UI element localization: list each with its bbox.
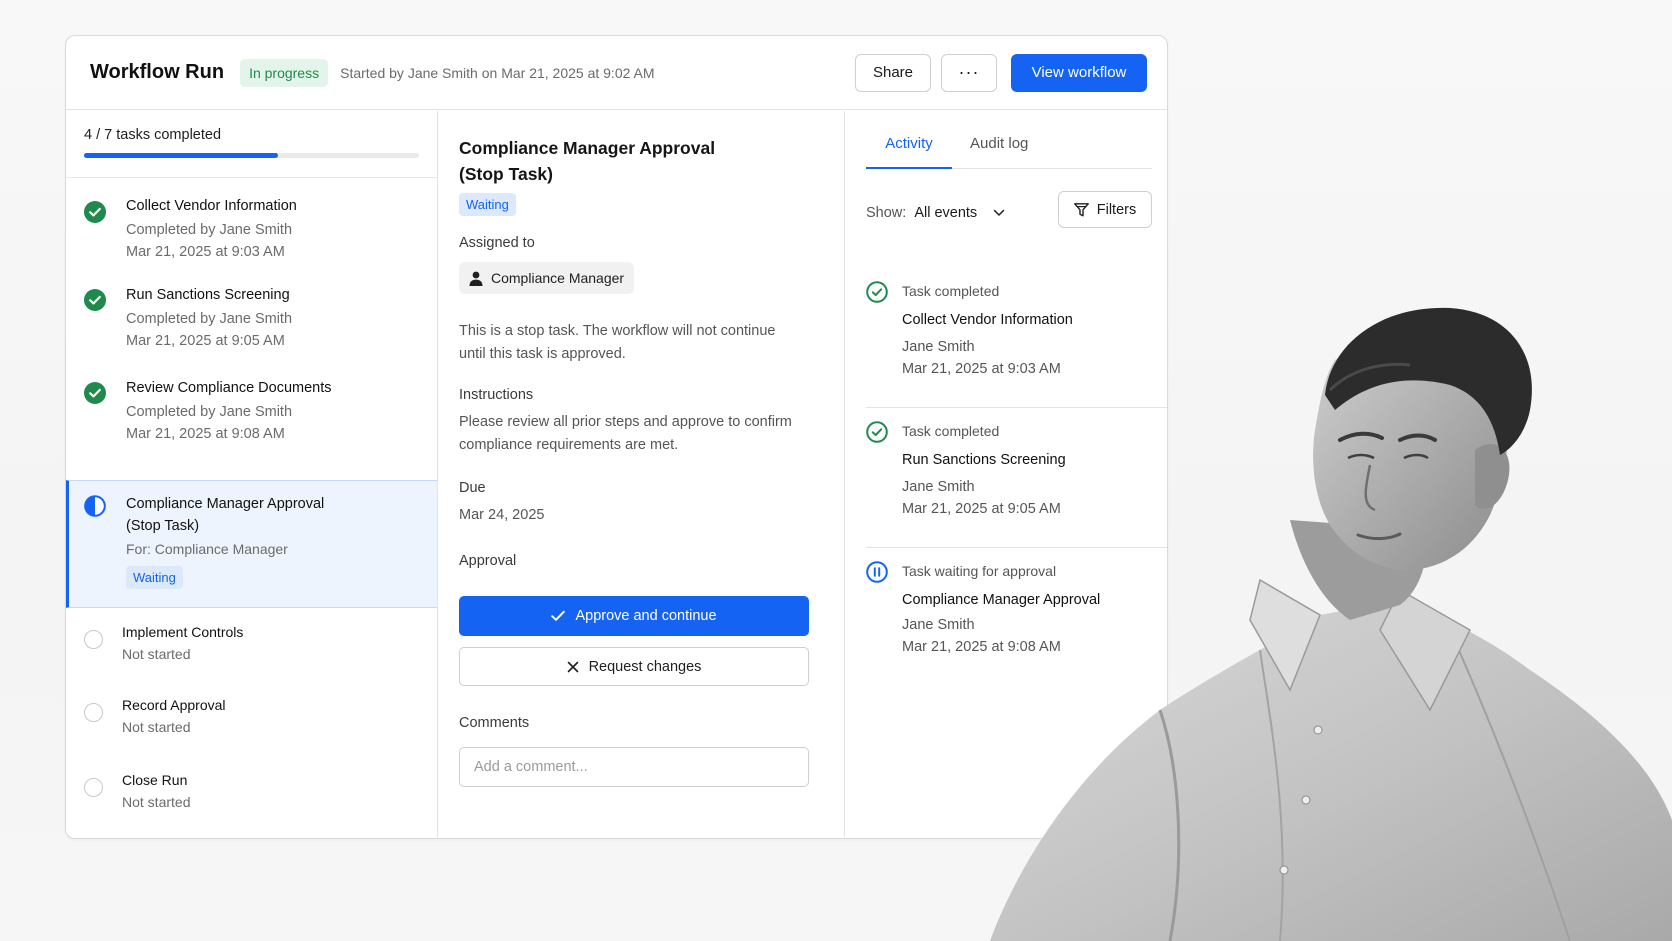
instructions-text: Please review all prior steps and approv… xyxy=(459,414,792,453)
task-name: Run Sanctions Screening xyxy=(126,287,290,303)
task-name: Collect Vendor Information xyxy=(126,198,297,214)
task-status: Not started xyxy=(122,794,191,810)
filters-button[interactable]: Filters xyxy=(1058,191,1152,228)
empty-circle-icon xyxy=(84,630,103,649)
task-timestamp: Mar 21, 2025 at 9:05 AM xyxy=(126,333,285,349)
stop-task-note: This is a stop task. The workflow will n… xyxy=(459,323,776,362)
task-item-review-compliance-documents[interactable]: Review Compliance Documents Completed by… xyxy=(66,377,437,469)
show-value: All events xyxy=(914,205,978,221)
task-completed-by: Completed by Jane Smith xyxy=(126,311,293,327)
progress-bar xyxy=(84,153,419,158)
show-label: Show: xyxy=(866,205,907,221)
task-item-compliance-manager-approval[interactable]: Compliance Manager Approval (Stop Task) … xyxy=(66,480,437,608)
comment-input[interactable] xyxy=(459,747,809,787)
task-detail-title: Compliance Manager Approval (Stop Task) xyxy=(459,138,716,184)
chevron-down-icon xyxy=(993,209,1005,216)
task-name: Review Compliance Documents xyxy=(126,380,332,396)
approve-and-continue-button[interactable]: Approve and continue xyxy=(459,596,809,636)
task-status: Not started xyxy=(122,646,191,662)
pause-circle-icon xyxy=(866,561,888,583)
assignee-name: Compliance Manager xyxy=(491,270,625,286)
check-circle-icon xyxy=(84,201,106,223)
started-info: Started by Jane Smith on Mar 21, 2025 at… xyxy=(340,64,655,81)
task-name: Implement Controls xyxy=(122,624,244,640)
check-circle-icon xyxy=(84,289,106,311)
assigned-to-label: Assigned to xyxy=(459,235,535,251)
task-name: Compliance Manager Approval xyxy=(126,496,325,512)
event-filter-select[interactable]: Show: All events xyxy=(866,205,1005,221)
instructions-label: Instructions xyxy=(459,387,534,403)
task-item-collect-vendor-information[interactable]: Collect Vendor Information Completed by … xyxy=(66,191,437,283)
task-name: Record Approval xyxy=(122,697,226,713)
progress-text: 4 / 7 tasks completed xyxy=(84,127,222,143)
task-list-panel: 4 / 7 tasks completed Collect Vendor Inf… xyxy=(66,111,438,838)
filter-icon xyxy=(1073,202,1089,216)
view-workflow-button[interactable]: View workflow xyxy=(1011,53,1147,92)
person-icon xyxy=(469,271,483,286)
page-title: Workflow Run xyxy=(90,61,225,83)
waiting-badge: Waiting xyxy=(459,193,516,216)
empty-circle-icon xyxy=(84,703,103,722)
activity-tabs: Activity Audit log xyxy=(866,135,1152,169)
task-item-record-approval[interactable]: Record Approval Not started xyxy=(66,691,437,751)
task-timestamp: Mar 21, 2025 at 9:03 AM xyxy=(126,244,285,260)
header-bar: Workflow Run In progress Started by Jane… xyxy=(66,36,1167,110)
check-circle-outline-icon xyxy=(866,281,888,303)
approval-label: Approval xyxy=(459,553,517,569)
half-circle-icon xyxy=(84,495,106,517)
check-icon xyxy=(551,610,566,621)
tab-activity[interactable]: Activity xyxy=(866,135,952,169)
empty-circle-icon xyxy=(84,778,103,797)
task-item-implement-controls[interactable]: Implement Controls Not started xyxy=(66,616,437,676)
event-type: Task completed xyxy=(902,283,1000,299)
request-changes-button[interactable]: Request changes xyxy=(459,647,809,686)
task-assignee: For: Compliance Manager xyxy=(126,541,288,557)
task-detail-panel: Compliance Manager Approval (Stop Task) … xyxy=(439,111,845,838)
progress-summary: 4 / 7 tasks completed xyxy=(66,111,437,178)
task-name: Close Run xyxy=(122,772,188,788)
assignee-chip[interactable]: Compliance Manager xyxy=(459,262,635,294)
check-circle-outline-icon xyxy=(866,421,888,443)
due-date: Mar 24, 2025 xyxy=(459,507,545,523)
share-button[interactable]: Share xyxy=(855,53,931,92)
person-photo xyxy=(990,307,1672,941)
task-item-close-run[interactable]: Close Run Not started xyxy=(66,766,437,826)
waiting-badge: Waiting xyxy=(126,566,183,589)
task-timestamp: Mar 21, 2025 at 9:08 AM xyxy=(126,426,285,442)
tab-audit-log[interactable]: Audit log xyxy=(970,135,1028,169)
progress-bar-fill xyxy=(84,153,279,158)
status-badge: In progress xyxy=(240,58,329,87)
task-item-run-sanctions-screening[interactable]: Run Sanctions Screening Completed by Jan… xyxy=(66,284,437,376)
task-completed-by: Completed by Jane Smith xyxy=(126,404,293,420)
task-status: Not started xyxy=(122,719,191,735)
due-label: Due xyxy=(459,480,486,496)
more-options-button[interactable]: ··· xyxy=(941,53,997,92)
check-circle-icon xyxy=(84,382,106,404)
close-icon xyxy=(567,661,578,672)
task-name-suffix: (Stop Task) xyxy=(126,518,200,534)
comments-label: Comments xyxy=(459,715,530,731)
task-completed-by: Completed by Jane Smith xyxy=(126,222,293,238)
